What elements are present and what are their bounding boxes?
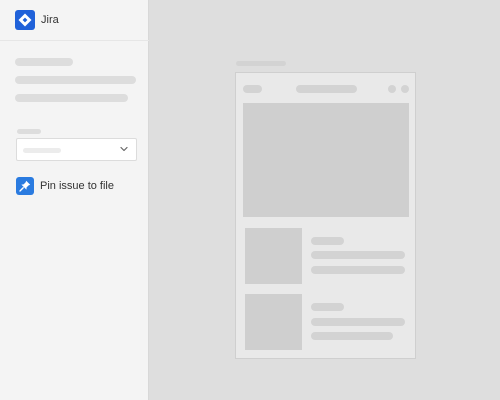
card-title-placeholder — [311, 237, 344, 245]
app-title: Jira — [41, 14, 59, 26]
sidebar-header: Jira — [0, 0, 149, 41]
card-thumbnail-placeholder — [245, 294, 302, 350]
pin-icon — [16, 177, 34, 195]
card-line-placeholder — [311, 318, 405, 326]
frame-header-dot — [388, 85, 396, 93]
pin-issue-label: Pin issue to file — [40, 180, 114, 192]
frame-header-left-placeholder — [243, 85, 262, 93]
card-line-placeholder — [311, 266, 405, 274]
project-select[interactable] — [16, 138, 137, 161]
card-title-placeholder — [311, 303, 344, 311]
placeholder-line — [15, 94, 128, 102]
frame-header-title-placeholder — [296, 85, 357, 93]
card-thumbnail-placeholder — [245, 228, 302, 284]
design-frame — [235, 72, 416, 359]
field-label-placeholder — [17, 129, 41, 134]
pin-issue-button[interactable]: Pin issue to file — [16, 176, 141, 196]
card-line-placeholder — [311, 332, 393, 340]
hero-image-placeholder — [243, 103, 409, 217]
jira-logo-icon — [15, 10, 35, 30]
select-value-placeholder — [23, 148, 61, 153]
sidebar: Jira Pin issue to file — [0, 0, 149, 400]
card-line-placeholder — [311, 251, 405, 259]
placeholder-line — [15, 58, 73, 66]
frame-title-placeholder — [236, 61, 286, 66]
chevron-down-icon — [120, 146, 128, 152]
frame-header-dot — [401, 85, 409, 93]
placeholder-line — [15, 76, 136, 84]
